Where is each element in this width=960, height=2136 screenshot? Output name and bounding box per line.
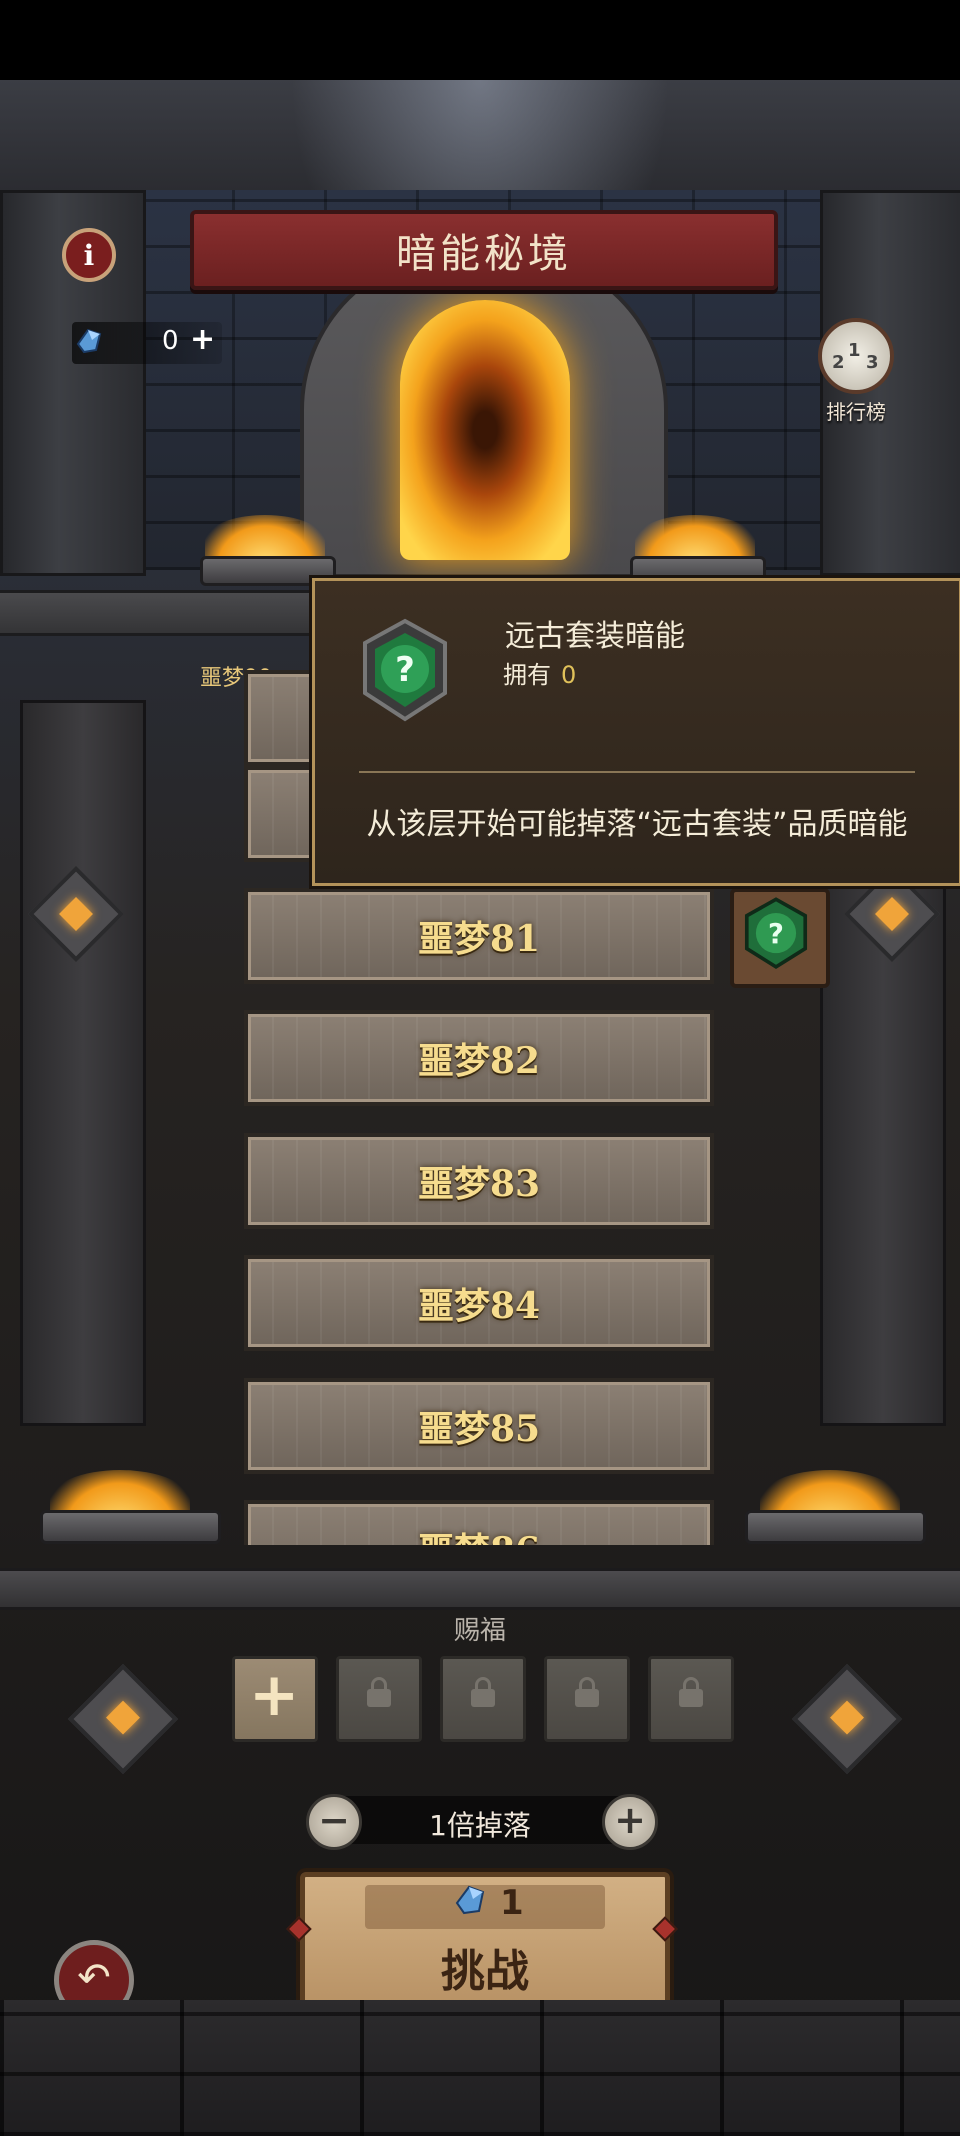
level-label: 噩梦83 (417, 1163, 541, 1205)
crystal-shard-icon (455, 1885, 485, 1915)
stone-arch-top (0, 80, 960, 340)
blessing-slot-locked[interactable] (648, 1656, 734, 1742)
currency-value: 0 (162, 326, 179, 356)
lock-icon (471, 1677, 495, 1707)
level-label: 噩梦85 (417, 1408, 541, 1450)
level-label: 噩梦84 (417, 1285, 541, 1327)
currency-add-button[interactable]: + (190, 322, 215, 357)
back-arrow-icon: ↶ (77, 1955, 111, 2001)
owned-label: 拥有 (503, 661, 551, 689)
svg-text:?: ? (768, 919, 784, 950)
level-label: 噩梦86 (418, 1522, 540, 1545)
drop-multiplier: 1倍掉落 (330, 1796, 630, 1844)
currency-bar: 0 + (72, 322, 222, 364)
page-title: 暗能秘境 (396, 231, 572, 277)
info-icon: i (83, 238, 95, 272)
challenge-cost-value: 1 (500, 1883, 524, 1923)
bottom-ledge (0, 1568, 960, 1610)
crystal-shard-icon (76, 328, 102, 354)
bottom-right-rune (791, 1663, 903, 1775)
multiplier-text: 1倍掉落 (429, 1809, 531, 1842)
left-side-pillar (20, 700, 146, 1426)
title-banner: 暗能秘境 (190, 210, 778, 290)
level-label: 噩梦81 (417, 918, 541, 960)
blessing-title: 赐福 (453, 1616, 506, 1646)
floor-tiles (0, 2000, 960, 2136)
level-item-85[interactable]: 噩梦85 (244, 1378, 714, 1474)
challenge-label: 挑战 (441, 1946, 529, 1997)
svg-text:?: ? (395, 650, 415, 690)
level-item-82[interactable]: 噩梦82 (244, 1010, 714, 1106)
multiplier-decrease-button[interactable]: − (306, 1794, 362, 1850)
info-button[interactable]: i (62, 228, 116, 282)
ancient-essence-icon: ? (363, 618, 447, 722)
level-item-84[interactable]: 噩梦84 (244, 1255, 714, 1351)
item-owned: 拥有 0 (503, 655, 576, 690)
blessing-slot-locked[interactable] (440, 1656, 526, 1742)
leaderboard-icon: 213 (818, 318, 894, 394)
blessing-slot-locked[interactable] (544, 1656, 630, 1742)
bottom-left-rune (67, 1663, 179, 1775)
level-item-81[interactable]: 噩梦81 (244, 888, 714, 984)
item-description: 从该层开始可能掉落“远古套装”品质暗能 (366, 807, 908, 842)
lock-icon (679, 1677, 703, 1707)
challenge-button[interactable]: 1 挑战 (300, 1872, 670, 2006)
lock-icon (575, 1677, 599, 1707)
leaderboard-label: 排行榜 (826, 400, 886, 424)
level-label: 噩梦82 (417, 1040, 541, 1082)
tooltip-divider (359, 771, 915, 773)
brazier-lower-right (745, 1510, 926, 1544)
leaderboard-button[interactable]: 213 排行榜 (810, 318, 902, 424)
blessing-slot-locked[interactable] (336, 1656, 422, 1742)
lock-icon (367, 1677, 391, 1707)
item-tooltip: ? 远古套装暗能 拥有 0 从该层开始可能掉落“远古套装”品质暗能 (312, 578, 960, 886)
drop-reward-button[interactable]: ? (730, 888, 830, 988)
blessing-add-slot[interactable]: + (232, 1656, 318, 1742)
level-item-83[interactable]: 噩梦83 (244, 1133, 714, 1229)
game-screen: i 暗能秘境 0 + 213 排行榜 噩梦90： 噩梦81 噩梦82 噩梦83 … (0, 0, 960, 2136)
owned-value: 0 (561, 661, 577, 689)
level-item-86[interactable]: 噩梦86 (244, 1500, 714, 1545)
item-name: 远古套装暗能 (505, 619, 685, 654)
plus-icon: + (249, 1660, 300, 1730)
multiplier-increase-button[interactable]: + (602, 1794, 658, 1850)
mystery-essence-icon: ? (744, 897, 808, 970)
fire-portal (400, 300, 570, 560)
